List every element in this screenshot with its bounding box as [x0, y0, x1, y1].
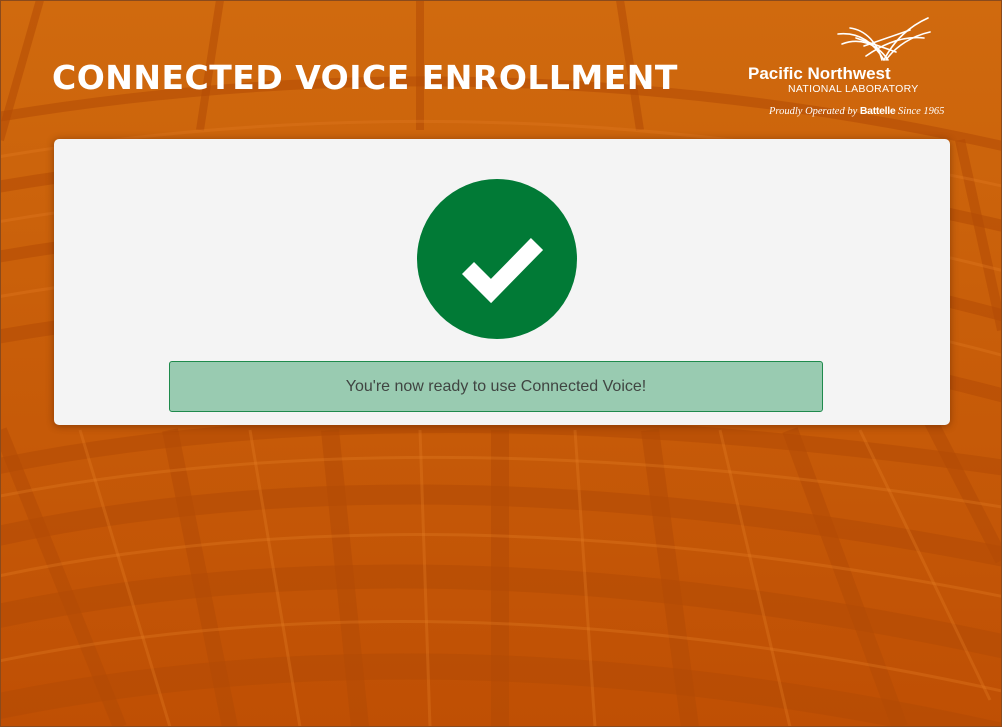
- logo-tagline-brand: Battelle: [859, 105, 896, 117]
- logo-name: Pacific Northwest: [748, 64, 891, 83]
- logo-tagline: Proudly Operated by Battelle Since 1965: [769, 105, 944, 117]
- page-title: CONNECTED VOICE ENROLLMENT: [52, 58, 678, 97]
- pnnl-logo: Pacific Northwest NATIONAL LABORATORY Pr…: [746, 14, 956, 124]
- enrollment-result-card: You're now ready to use Connected Voice!: [54, 139, 950, 425]
- checkmark-icon: [461, 238, 544, 304]
- success-message: You're now ready to use Connected Voice!: [345, 377, 647, 395]
- logo-tagline-prefix: Proudly Operated by: [769, 106, 858, 117]
- logo-subname: NATIONAL LABORATORY: [788, 83, 919, 95]
- logo-arc-icon: [837, 17, 931, 61]
- logo-tagline-suffix: Since 1965: [898, 106, 945, 117]
- success-alert: You're now ready to use Connected Voice!: [169, 361, 823, 412]
- success-badge: [417, 179, 577, 339]
